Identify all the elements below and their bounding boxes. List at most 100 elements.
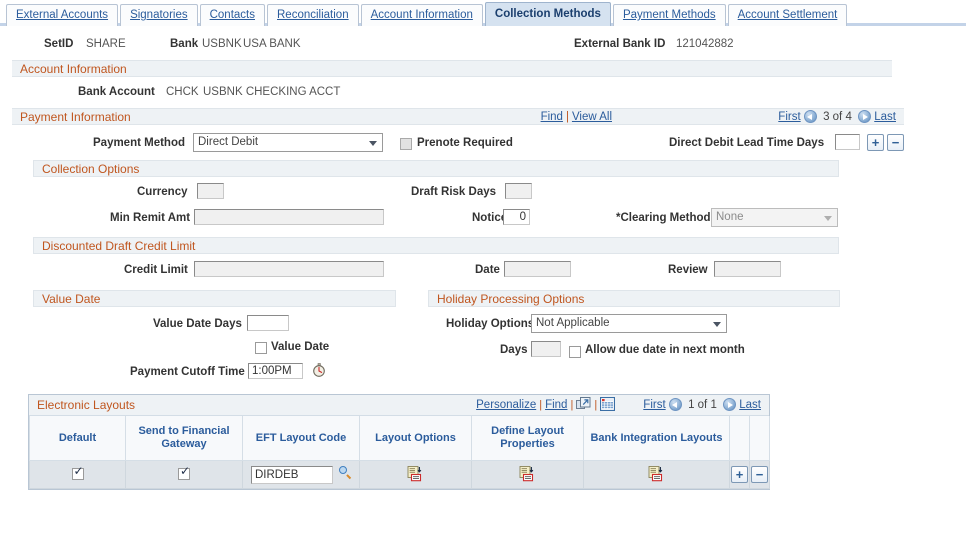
- holiday-options-select[interactable]: Not Applicable: [531, 314, 727, 333]
- tab-signatories[interactable]: Signatories: [120, 4, 198, 26]
- tab-account-information[interactable]: Account Information: [360, 4, 483, 26]
- delete-layout-row-button[interactable]: −: [751, 466, 768, 483]
- grid-previous-arrow-icon[interactable]: [668, 398, 682, 411]
- holiday-days-label: Days: [500, 344, 528, 356]
- eft-layout-code-input[interactable]: [251, 465, 333, 484]
- payment-row-counter: 3 of 4: [823, 111, 852, 123]
- prenote-required-checkbox[interactable]: [400, 138, 412, 150]
- chevron-down-icon: [369, 141, 377, 146]
- add-layout-row-button[interactable]: +: [731, 466, 748, 483]
- grid-next-arrow-icon[interactable]: [723, 398, 737, 411]
- column-header-define-layout-properties[interactable]: Define Layout Properties: [471, 416, 584, 461]
- personalize-link[interactable]: Personalize: [476, 399, 536, 411]
- bank-account-name: USBNK CHECKING ACCT: [203, 86, 341, 98]
- add-payment-row-button[interactable]: +: [867, 134, 884, 151]
- tab-account-settlement[interactable]: Account Settlement: [727, 4, 848, 26]
- collection-options-row-2: Min Remit Amt Notice *Clearing Method No…: [0, 208, 966, 234]
- bank-code: USBNK: [202, 38, 242, 50]
- tab-payment-methods[interactable]: Payment Methods: [612, 4, 726, 26]
- clearing-method-select[interactable]: None: [711, 208, 838, 227]
- payment-method-select[interactable]: Direct Debit: [193, 133, 383, 152]
- payment-first-link[interactable]: First: [778, 111, 800, 123]
- value-date-section-header: Value Date: [33, 290, 396, 307]
- column-header-bank-integration-layouts[interactable]: Bank Integration Layouts: [583, 416, 730, 461]
- draft-risk-days-label: Draft Risk Days: [411, 186, 497, 198]
- holiday-days-input[interactable]: [531, 341, 561, 357]
- clearing-method-label: *Clearing Method: [616, 212, 711, 224]
- setid-label: SetID: [44, 38, 74, 50]
- record-header: SetID SHARE Bank USBNK USA BANK External…: [0, 34, 966, 60]
- column-header-add-spacer: [729, 416, 750, 461]
- grid-find-link[interactable]: Find: [545, 399, 567, 411]
- holiday-options-label: Holiday Options: [446, 318, 535, 330]
- column-header-layout-options[interactable]: Layout Options: [359, 416, 472, 461]
- min-remit-amt-input[interactable]: [194, 209, 384, 225]
- payment-find-link[interactable]: Find: [541, 111, 563, 123]
- cell-default: [29, 460, 126, 489]
- clock-icon[interactable]: [312, 363, 326, 377]
- discounted-draft-title: Discounted Draft Credit Limit: [42, 239, 196, 253]
- allow-due-date-next-month-checkbox[interactable]: [569, 346, 581, 358]
- delete-payment-row-button[interactable]: −: [887, 134, 904, 151]
- payment-last-link[interactable]: Last: [874, 111, 896, 123]
- currency-label: Currency: [137, 186, 188, 198]
- payment-cutoff-time-input[interactable]: [248, 363, 303, 379]
- value-date-checkbox[interactable]: [255, 342, 267, 354]
- clearing-method-value: None: [716, 211, 744, 223]
- next-arrow-icon[interactable]: [858, 110, 872, 123]
- electronic-layouts-pager: First 1 of 1 Last: [643, 398, 761, 411]
- draft-risk-days-input[interactable]: [505, 183, 532, 199]
- cell-define-layout-properties: [471, 460, 584, 489]
- bank-integration-layouts-drilldown-icon[interactable]: [648, 466, 665, 483]
- discounted-draft-section-header: Discounted Draft Credit Limit: [33, 237, 839, 254]
- holiday-processing-section-header: Holiday Processing Options: [428, 290, 840, 307]
- account-information-title: Account Information: [20, 62, 127, 76]
- external-bank-id-label: External Bank ID: [574, 38, 666, 50]
- cell-bank-integration-layouts: [583, 460, 730, 489]
- column-header-eft-layout-code[interactable]: EFT Layout Code: [242, 416, 360, 461]
- cell-layout-options: [359, 460, 472, 489]
- tab-reconciliation[interactable]: Reconciliation: [267, 4, 359, 26]
- payment-information-pager: First 3 of 4 Last: [778, 109, 896, 126]
- credit-limit-input[interactable]: [194, 261, 384, 277]
- tab-contacts[interactable]: Contacts: [199, 4, 265, 26]
- send-to-financial-gateway-checkbox[interactable]: [178, 465, 191, 480]
- layout-options-drilldown-icon[interactable]: [407, 466, 424, 483]
- tab-collection-methods[interactable]: Collection Methods: [484, 2, 611, 26]
- value-date-days-input[interactable]: [247, 315, 289, 331]
- tab-external-accounts[interactable]: External Accounts: [6, 4, 119, 26]
- currency-input[interactable]: [197, 183, 224, 199]
- collection-options-section-header: Collection Options: [33, 160, 839, 177]
- grid-first-link[interactable]: First: [643, 399, 665, 411]
- payment-cutoff-time-label: Payment Cutoff Time: [130, 366, 245, 378]
- column-header-send-to-financial-gateway[interactable]: Send to Financial Gateway: [125, 416, 243, 461]
- column-header-default[interactable]: Default: [29, 416, 126, 461]
- define-layout-properties-drilldown-icon[interactable]: [519, 466, 536, 483]
- chevron-down-icon: [713, 322, 721, 327]
- default-checkbox[interactable]: [71, 465, 85, 480]
- min-remit-amt-label: Min Remit Amt: [110, 212, 191, 224]
- cell-add-row: +: [729, 460, 750, 489]
- bank-label: Bank: [170, 38, 199, 50]
- date-input[interactable]: [504, 261, 571, 277]
- electronic-layouts-toolbar: Personalize | Find | | First 1 of 1 Last: [476, 396, 761, 412]
- notice-input[interactable]: [503, 209, 530, 225]
- previous-arrow-icon[interactable]: [803, 110, 817, 123]
- download-spreadsheet-icon[interactable]: [600, 396, 616, 412]
- grid-last-link[interactable]: Last: [739, 399, 761, 411]
- magnifier-icon[interactable]: [339, 466, 353, 480]
- payment-view-all-link[interactable]: View All: [572, 111, 612, 123]
- holiday-options-value: Not Applicable: [536, 317, 610, 329]
- value-date-holiday-row: Value Date Value Date Days Value Date Pa…: [0, 290, 966, 394]
- lead-time-days-input[interactable]: [835, 134, 860, 150]
- payment-method-row: Payment Method Direct Debit Prenote Requ…: [0, 132, 966, 160]
- external-bank-id-value: 121042882: [676, 38, 734, 50]
- value-date-title: Value Date: [42, 292, 101, 306]
- table-header-row: Default Send to Financial Gateway EFT La…: [29, 416, 770, 461]
- payment-method-label: Payment Method: [93, 137, 186, 149]
- review-input[interactable]: [714, 261, 781, 277]
- electronic-layouts-table: Default Send to Financial Gateway EFT La…: [29, 416, 770, 489]
- tab-strip: External Accounts Signatories Contacts Reco…: [0, 0, 966, 26]
- new-window-icon[interactable]: [576, 397, 591, 411]
- collection-options-row-1: Currency Draft Risk Days: [0, 182, 966, 208]
